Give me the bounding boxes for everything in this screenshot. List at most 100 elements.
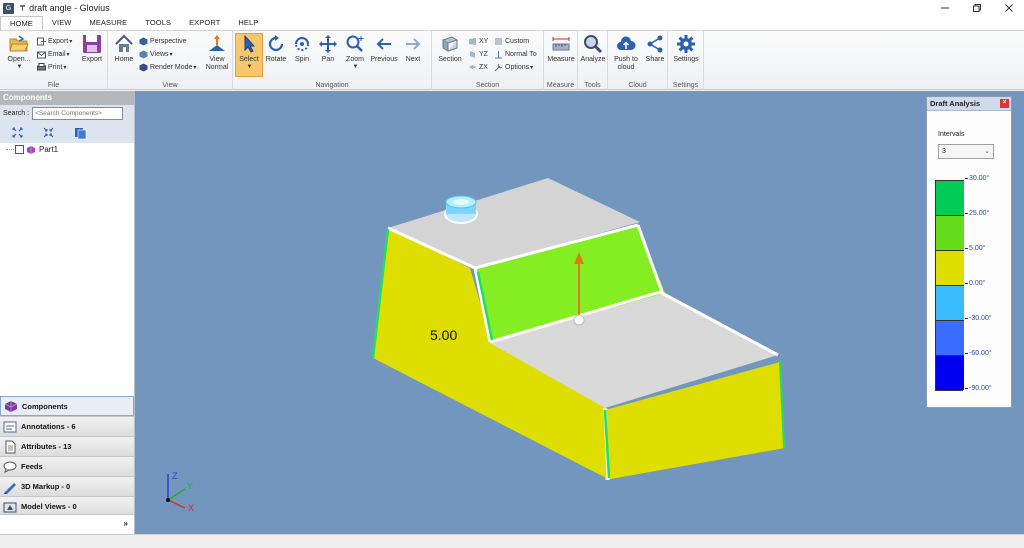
draft-analysis-header: Draft Analysis ×	[927, 97, 1011, 111]
draft-color-legend	[935, 180, 964, 391]
ribbon-group-tools: Analyze Tools	[578, 31, 608, 90]
legend-swatch	[936, 250, 964, 285]
analyze-magnifier-icon	[583, 34, 603, 54]
accordion-feeds-label: Feeds	[21, 462, 43, 471]
boss-hole	[453, 199, 469, 205]
tab-export[interactable]: EXPORT	[180, 16, 229, 30]
ribbon-group-section: Section XY YZ ZX Custom Normal To Option…	[432, 31, 544, 90]
section-custom-button[interactable]: Custom	[494, 35, 529, 47]
analyze-button[interactable]: Analyze	[580, 34, 606, 64]
zoom-button[interactable]: Zoom ▼	[343, 34, 367, 70]
group-label-measure: Measure	[546, 82, 575, 89]
options-label: Options	[505, 63, 530, 71]
open-button[interactable]: Open... ▼	[6, 34, 32, 70]
close-button[interactable]	[994, 0, 1024, 16]
share-icon	[645, 34, 665, 54]
section-yz-button[interactable]: YZ	[468, 48, 488, 60]
tab-home[interactable]: HOME	[0, 16, 43, 30]
model-canvas[interactable]: 5.00 Z Y X	[135, 91, 1024, 534]
draft-analysis-close-button[interactable]: ×	[1000, 99, 1009, 108]
title-bar: G ₸ draft angle - Glovius	[0, 0, 1024, 16]
section-plane-icon	[440, 34, 460, 54]
model-views-icon	[3, 500, 17, 514]
accordion-attributes[interactable]: Attributes - 13	[0, 436, 134, 456]
views-cube-icon	[139, 50, 148, 59]
email-button[interactable]: Email ▾	[37, 48, 70, 60]
perspective-button[interactable]: Perspective	[139, 35, 187, 47]
accordion-model-views[interactable]: Model Views - 0	[0, 496, 134, 516]
view-normal-label: View Normal	[205, 56, 229, 71]
tab-view[interactable]: VIEW	[43, 16, 81, 30]
accordion-3d-markup[interactable]: 3D Markup - 0	[0, 476, 134, 496]
spin-label: Spin	[294, 56, 309, 63]
tab-tools[interactable]: TOOLS	[136, 16, 180, 30]
select-button[interactable]: Select ▼	[235, 33, 263, 77]
collapse-all-icon[interactable]	[43, 127, 54, 138]
share-button[interactable]: Share	[644, 34, 666, 64]
attributes-document-icon	[3, 440, 17, 454]
accordion-annotations[interactable]: Annotations - 6	[0, 416, 134, 436]
push-to-cloud-label: Push to cloud	[614, 56, 638, 71]
push-to-cloud-button[interactable]: Push to cloud	[610, 34, 642, 72]
draft-angle-annotation[interactable]: 5.00	[430, 327, 457, 343]
render-mode-button[interactable]: Render Mode ▾	[139, 61, 196, 73]
spin-icon	[292, 34, 312, 54]
restore-button[interactable]	[962, 0, 992, 16]
views-button[interactable]: Views ▾	[139, 48, 173, 60]
select-label: Select	[239, 56, 259, 63]
intervals-select[interactable]: 3 ⌄	[938, 144, 994, 159]
home-label: Home	[114, 56, 134, 63]
tab-measure[interactable]: MEASURE	[80, 16, 136, 30]
section-label: Section	[438, 56, 462, 63]
export-small-label: Export	[48, 37, 69, 45]
3d-viewport[interactable]: 5.00 Z Y X	[135, 91, 1024, 534]
intervals-label: Intervals	[938, 131, 965, 138]
more-panels-button[interactable]: »	[0, 514, 134, 534]
export-button[interactable]: Export	[79, 34, 105, 64]
copy-icon[interactable]	[74, 127, 87, 139]
pan-button[interactable]: Pan	[317, 34, 339, 64]
tree-item-part1[interactable]: Part1	[6, 145, 58, 154]
ribbon-group-navigation: Select ▼ Rotate Spin Pan Zoom ▼ Previous…	[233, 31, 432, 90]
tab-help[interactable]: HELP	[229, 16, 267, 30]
accordion-feeds[interactable]: Feeds	[0, 456, 134, 476]
home-button[interactable]: Home	[112, 34, 136, 64]
normal-to-button[interactable]: Normal To	[494, 48, 537, 60]
section-xy-button[interactable]: XY	[468, 35, 488, 47]
section-button[interactable]: Section	[436, 34, 464, 64]
close-icon	[1005, 4, 1013, 12]
rotate-button[interactable]: Rotate	[265, 34, 287, 64]
pin-icon[interactable]: ₸	[20, 4, 25, 13]
custom-plane-icon	[494, 37, 503, 46]
section-options-button[interactable]: Options ▾	[494, 61, 533, 73]
view-normal-button[interactable]: View Normal	[204, 34, 230, 72]
measure-button[interactable]: Measure	[546, 34, 576, 64]
legend-swatch	[936, 355, 964, 390]
measure-label: Measure	[547, 56, 575, 63]
group-label-section: Section	[475, 82, 500, 89]
accordion-model-views-label: Model Views - 0	[21, 502, 77, 511]
spin-button[interactable]: Spin	[291, 34, 313, 64]
section-zx-button[interactable]: ZX	[468, 61, 488, 73]
accordion-3d-markup-label: 3D Markup - 0	[21, 482, 71, 491]
export-small-button[interactable]: Export ▾	[37, 35, 72, 47]
search-components-input[interactable]	[32, 106, 124, 120]
email-label: Email	[48, 50, 66, 58]
print-button[interactable]: Print ▾	[37, 61, 66, 73]
legend-tick-label: -90.00°	[965, 385, 992, 392]
yz-label: YZ	[479, 50, 488, 58]
accordion-components[interactable]: Components	[0, 396, 134, 416]
legend-swatch	[936, 320, 964, 355]
visibility-checkbox[interactable]	[15, 145, 24, 154]
app-logo-icon: G	[3, 2, 14, 14]
settings-button[interactable]: Settings	[671, 34, 701, 64]
legend-tick-label: 30.00°	[965, 175, 989, 182]
next-button[interactable]: Next	[401, 34, 425, 64]
previous-button[interactable]: Previous	[369, 34, 399, 64]
minimize-button[interactable]	[930, 0, 960, 16]
xy-label: XY	[479, 37, 489, 45]
chevron-down-icon: ⌄	[984, 148, 990, 155]
normal-to-icon	[494, 50, 503, 59]
group-label-cloud: Cloud	[628, 82, 647, 89]
expand-all-icon[interactable]	[12, 127, 23, 138]
